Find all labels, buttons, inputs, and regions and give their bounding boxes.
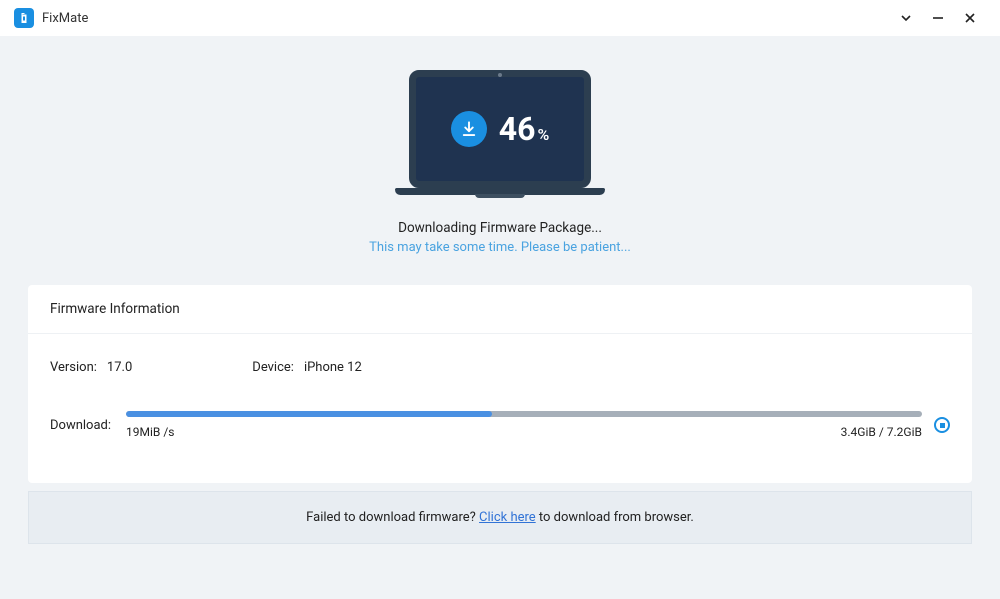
download-label: Download: [50, 418, 114, 433]
panel-title: Firmware Information [28, 285, 972, 334]
version-field: Version: 17.0 [50, 360, 132, 375]
download-browser-link[interactable]: Click here [479, 510, 536, 525]
minimize-button[interactable] [922, 2, 954, 34]
footer-prefix: Failed to download firmware? [306, 510, 479, 525]
close-button[interactable] [954, 2, 986, 34]
percent-number: 46 [499, 110, 536, 148]
footer-suffix: to download from browser. [536, 510, 694, 525]
progress-bar [126, 411, 922, 417]
app-title: FixMate [42, 11, 88, 26]
version-value: 17.0 [107, 360, 132, 375]
progress-fill [126, 411, 492, 417]
device-field: Device: iPhone 12 [252, 360, 362, 375]
laptop-illustration: 46 % [0, 70, 1000, 198]
download-size: 3.4GiB / 7.2GiB [841, 425, 922, 439]
percent-symbol: % [537, 125, 549, 144]
device-label: Device: [252, 360, 294, 375]
download-speed: 19MiB /s [126, 425, 174, 439]
footer-message: Failed to download firmware? Click here … [28, 491, 972, 544]
stop-button[interactable] [934, 417, 950, 433]
dropdown-button[interactable] [890, 2, 922, 34]
firmware-info-panel: Firmware Information Version: 17.0 Devic… [28, 285, 972, 483]
device-value: iPhone 12 [304, 360, 362, 375]
download-arrow-icon [451, 111, 487, 147]
status-subtext: This may take some time. Please be patie… [0, 240, 1000, 255]
version-label: Version: [50, 360, 97, 375]
stop-icon [940, 423, 945, 428]
main-content: 46 % Downloading Firmware Package... Thi… [0, 36, 1000, 544]
app-icon [14, 8, 34, 28]
progress-percent: 46 % [499, 110, 550, 148]
titlebar: FixMate [0, 0, 1000, 36]
status-text: Downloading Firmware Package... [0, 220, 1000, 236]
